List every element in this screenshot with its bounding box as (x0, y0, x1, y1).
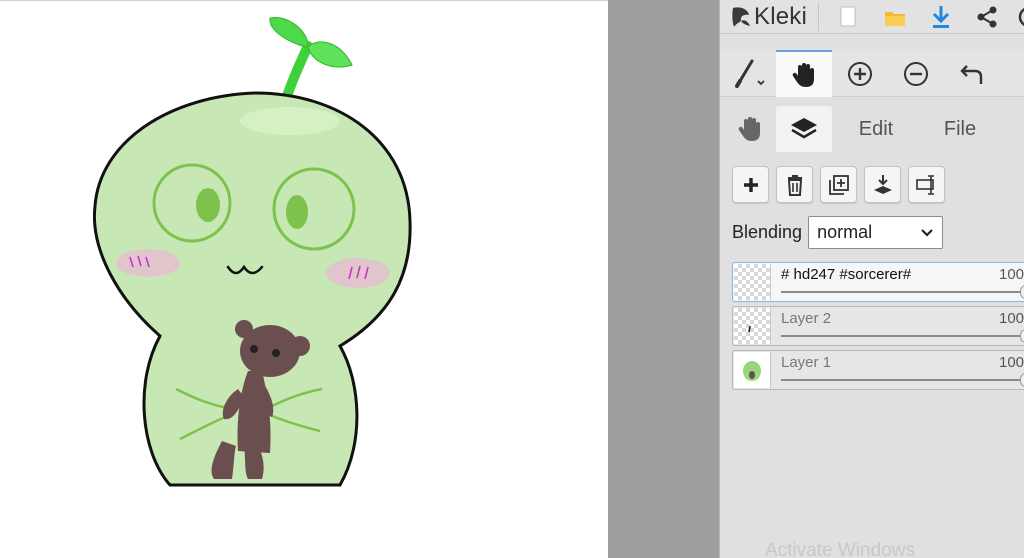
layer-opacity: 100 (999, 354, 1024, 371)
tab-file[interactable]: File (926, 106, 994, 152)
duplicate-layer-button[interactable] (820, 166, 857, 203)
merge-down-icon (873, 174, 892, 194)
opacity-slider-handle[interactable] (1020, 285, 1024, 299)
help-icon (1018, 8, 1024, 26)
help-button[interactable] (1009, 0, 1024, 34)
brush-tool-button[interactable] (720, 50, 776, 97)
blending-row: Blending normal (732, 216, 944, 249)
download-icon (932, 6, 950, 28)
opacity-slider[interactable] (781, 379, 1024, 381)
rename-layer-button[interactable] (908, 166, 945, 203)
undo-button[interactable] (944, 50, 1000, 97)
topbar-separator (818, 3, 819, 31)
hand-tool-button[interactable] (776, 50, 832, 97)
rename-icon (915, 174, 934, 195)
panel-tabs: Edit File (720, 106, 1024, 152)
tool-row (720, 50, 1024, 97)
hand-icon (792, 62, 814, 87)
blending-value: normal (817, 222, 873, 242)
layer-opacity: 100 (999, 310, 1024, 327)
workspace-background (608, 0, 719, 558)
layer-name: # hd247 #sorcerer# (781, 266, 912, 283)
zoom-in-icon (848, 61, 872, 86)
layer-thumbnail (734, 264, 771, 300)
chevron-down-icon (921, 229, 933, 237)
kleki-logo[interactable]: Kleki (730, 3, 808, 30)
blending-label: Blending (732, 222, 803, 242)
layer-name: Layer 1 (781, 354, 832, 371)
redo-icon (1015, 62, 1024, 86)
layer-item[interactable]: Layer 2 100 (732, 306, 1024, 346)
zoom-in-button[interactable] (832, 50, 888, 97)
save-image-button[interactable] (923, 0, 959, 34)
open-image-button[interactable] (877, 0, 913, 34)
side-panel: Kleki Edit File Blending normal # hd247 … (719, 0, 1024, 558)
layer-actions (732, 166, 945, 203)
sprout-stem (281, 41, 313, 104)
layer-item[interactable]: # hd247 #sorcerer# 100 (732, 262, 1024, 302)
opacity-slider[interactable] (781, 291, 1024, 293)
layer-name: Layer 2 (781, 310, 832, 327)
top-bar: Kleki (720, 0, 1024, 34)
blending-select[interactable]: normal (808, 216, 944, 249)
opacity-slider[interactable] (781, 335, 1024, 337)
layers-icon (791, 118, 817, 139)
redo-button[interactable] (1000, 50, 1024, 97)
sprout-leaf-right (307, 41, 353, 68)
pupil-right (286, 195, 308, 229)
folder-icon (885, 12, 905, 26)
layer-item[interactable]: Layer 1 100 (732, 350, 1024, 390)
head-highlight (240, 107, 340, 135)
canvas-artwork (92, 17, 412, 487)
app-name: Kleki (754, 3, 808, 30)
layer-opacity: 100 (999, 266, 1024, 283)
layer-thumbnail (734, 352, 771, 388)
tab-hand[interactable] (728, 106, 772, 152)
share-button[interactable] (969, 0, 1005, 34)
share-icon (977, 6, 997, 28)
undo-icon (960, 64, 983, 84)
tab-edit[interactable]: Edit (844, 106, 908, 152)
opacity-slider-handle[interactable] (1020, 373, 1024, 387)
plus-icon (743, 177, 758, 192)
merge-layer-button[interactable] (864, 166, 901, 203)
drawing-canvas[interactable] (0, 0, 608, 558)
sprout-leaf-left (269, 17, 309, 48)
trash-icon (787, 174, 802, 196)
duplicate-icon (828, 174, 849, 195)
zoom-out-button[interactable] (888, 50, 944, 97)
opacity-slider-handle[interactable] (1020, 329, 1024, 343)
kleki-logo-icon (732, 7, 750, 27)
activate-windows-watermark: Activate Windows (765, 540, 915, 558)
brush-icon (735, 59, 765, 88)
new-image-button[interactable] (830, 0, 866, 34)
zoom-out-icon (904, 61, 928, 86)
delete-layer-button[interactable] (776, 166, 813, 203)
new-file-icon (840, 6, 856, 27)
hand-icon (738, 117, 760, 141)
tab-layers[interactable] (776, 106, 832, 152)
layer-thumbnail (734, 308, 771, 344)
pupil-left (196, 188, 220, 222)
add-layer-button[interactable] (732, 166, 769, 203)
